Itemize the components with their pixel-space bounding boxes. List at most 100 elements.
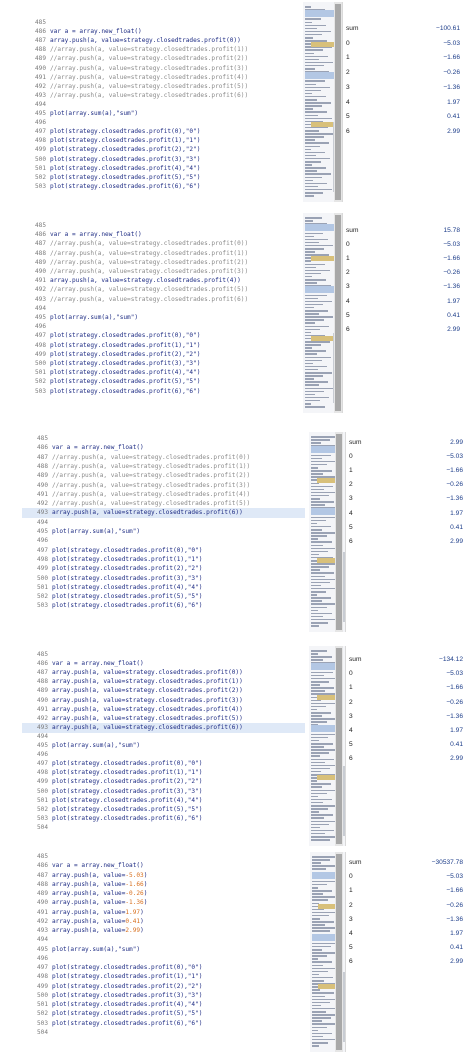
code-editor[interactable]: 485 486 var a = array.new_float() 487 array.… [22, 852, 305, 1052]
data-window-row: 3 −1.36 [349, 710, 463, 724]
series-label: 1 [346, 255, 350, 263]
minimap-line [311, 814, 333, 816]
number-literal: -1.66 [125, 880, 144, 888]
vertical-scrollbar[interactable] [335, 852, 343, 1052]
vertical-scrollbar[interactable] [335, 646, 343, 846]
code-token: ) [143, 890, 148, 897]
minimap-line [305, 176, 322, 179]
minimap-line [311, 817, 324, 819]
minimap-line [305, 403, 311, 405]
data-window-row: 5 0.41 [349, 738, 463, 752]
minimap-line [312, 1017, 331, 1019]
minimap-line [311, 457, 322, 460]
minimap-line [312, 995, 325, 998]
series-label: 3 [349, 915, 353, 923]
minimap-highlight [311, 42, 335, 47]
data-window-row: 5 0.41 [346, 110, 460, 124]
code-line[interactable]: 503 plot(strategy.closedtrades.profit(6),… [22, 601, 305, 611]
series-value: 0.41 [447, 113, 460, 121]
data-window-row: 4 1.97 [346, 295, 460, 309]
pane-divider[interactable] [345, 646, 346, 846]
minimap-line [311, 687, 334, 689]
vertical-scrollbar[interactable] [334, 2, 342, 202]
code-token: array.push(a, value= [52, 899, 126, 907]
scrollbar-thumb[interactable] [336, 648, 342, 844]
minimap-line [311, 463, 327, 466]
minimap-line [312, 1042, 328, 1044]
code-editor[interactable]: 485 486 var a = array.new_float() 487 array.… [20, 2, 300, 202]
vertical-scrollbar[interactable] [335, 432, 343, 632]
minimap-line [311, 504, 325, 506]
minimap-line [312, 868, 326, 870]
data-window: sum −134.12 0 −5.03 1 −1.66 2 −0.26 3 −1.36 4 1.97 5… [349, 646, 463, 846]
code-token: ) [143, 871, 148, 879]
series-value: 2.99 [447, 127, 460, 135]
minimap-line [311, 674, 324, 677]
minimap-highlight [305, 72, 335, 79]
minimap-line [305, 49, 323, 51]
code-editor[interactable]: 485 486 var a = array.new_float() 487 array.… [22, 646, 305, 846]
series-label: 5 [349, 944, 353, 952]
scrollbar-thumb[interactable] [336, 854, 342, 1050]
minimap-line [311, 789, 336, 792]
code-editor[interactable]: 485 486 var a = array.new_float() 487//arra… [20, 213, 300, 413]
data-window-row: 6 2.99 [349, 955, 463, 969]
minimap-line [312, 914, 329, 917]
minimap-highlight [311, 122, 335, 127]
minimap-line [305, 55, 328, 58]
code-token: array.push(a, value= [52, 917, 126, 925]
minimap-line [311, 442, 321, 444]
scrollbar-thumb[interactable] [335, 4, 341, 200]
data-window-row: 6 2.99 [346, 323, 460, 337]
minimap-line [311, 690, 325, 692]
minimap-line [305, 161, 321, 163]
minimap-line [305, 30, 331, 33]
minimap-line [311, 832, 325, 835]
minimap-line [305, 27, 317, 30]
series-value: −1.66 [443, 54, 460, 62]
minimap-line [305, 269, 330, 272]
code-token: ) [140, 917, 144, 925]
series-value: −5.03 [443, 241, 460, 249]
minimap-line [311, 609, 318, 612]
minimap-line [305, 279, 326, 281]
vertical-scrollbar[interactable] [334, 213, 342, 413]
series-value: 0.41 [450, 741, 463, 749]
code-editor[interactable]: 485 486 var a = array.new_float() 487//arra… [22, 432, 305, 632]
pane-divider[interactable] [345, 852, 346, 1052]
number-literal: 1.97 [125, 908, 141, 916]
data-window-row: 0 −5.03 [349, 870, 463, 884]
pane-divider[interactable] [345, 432, 346, 632]
code-line[interactable]: 503 plot(strategy.closedtrades.profit(6),… [20, 182, 300, 192]
minimap-line [311, 677, 338, 680]
code-line[interactable]: 504 [22, 1028, 305, 1038]
series-value: 2.99 [450, 958, 463, 966]
series-label: 2 [346, 269, 350, 277]
minimap-line [311, 739, 319, 742]
minimap-line [311, 743, 333, 745]
series-value: −0.26 [443, 269, 460, 277]
scrollbar-thumb[interactable] [335, 215, 341, 411]
minimap-line [312, 1011, 326, 1013]
data-window-row: 3 −1.36 [346, 280, 460, 294]
minimap-line [311, 801, 323, 804]
series-label: 0 [346, 241, 350, 249]
series-label: 6 [349, 755, 353, 763]
series-label: 0 [346, 39, 350, 47]
minimap-line [305, 24, 326, 27]
scrollbar-thumb[interactable] [336, 434, 342, 630]
data-window-row: 2 −0.26 [349, 696, 463, 710]
minimap-line [312, 890, 332, 892]
pane-divider[interactable] [342, 2, 343, 202]
data-window-row: 2 −0.26 [346, 266, 460, 280]
minimap-line [311, 569, 320, 571]
minimap-line [305, 319, 324, 321]
minimap-line [312, 964, 323, 967]
code-line[interactable]: 504 [22, 823, 305, 833]
series-value: −1.66 [446, 684, 463, 692]
minimap-line [312, 1029, 318, 1032]
code-line[interactable]: 503 plot(strategy.closedtrades.profit(6),… [20, 387, 300, 397]
pane-divider[interactable] [342, 213, 343, 413]
data-window: sum 2.99 0 −5.03 1 −1.66 2 −0.26 3 −1.36 4 1.97 5 0.4… [349, 432, 463, 632]
minimap-line [305, 359, 322, 362]
